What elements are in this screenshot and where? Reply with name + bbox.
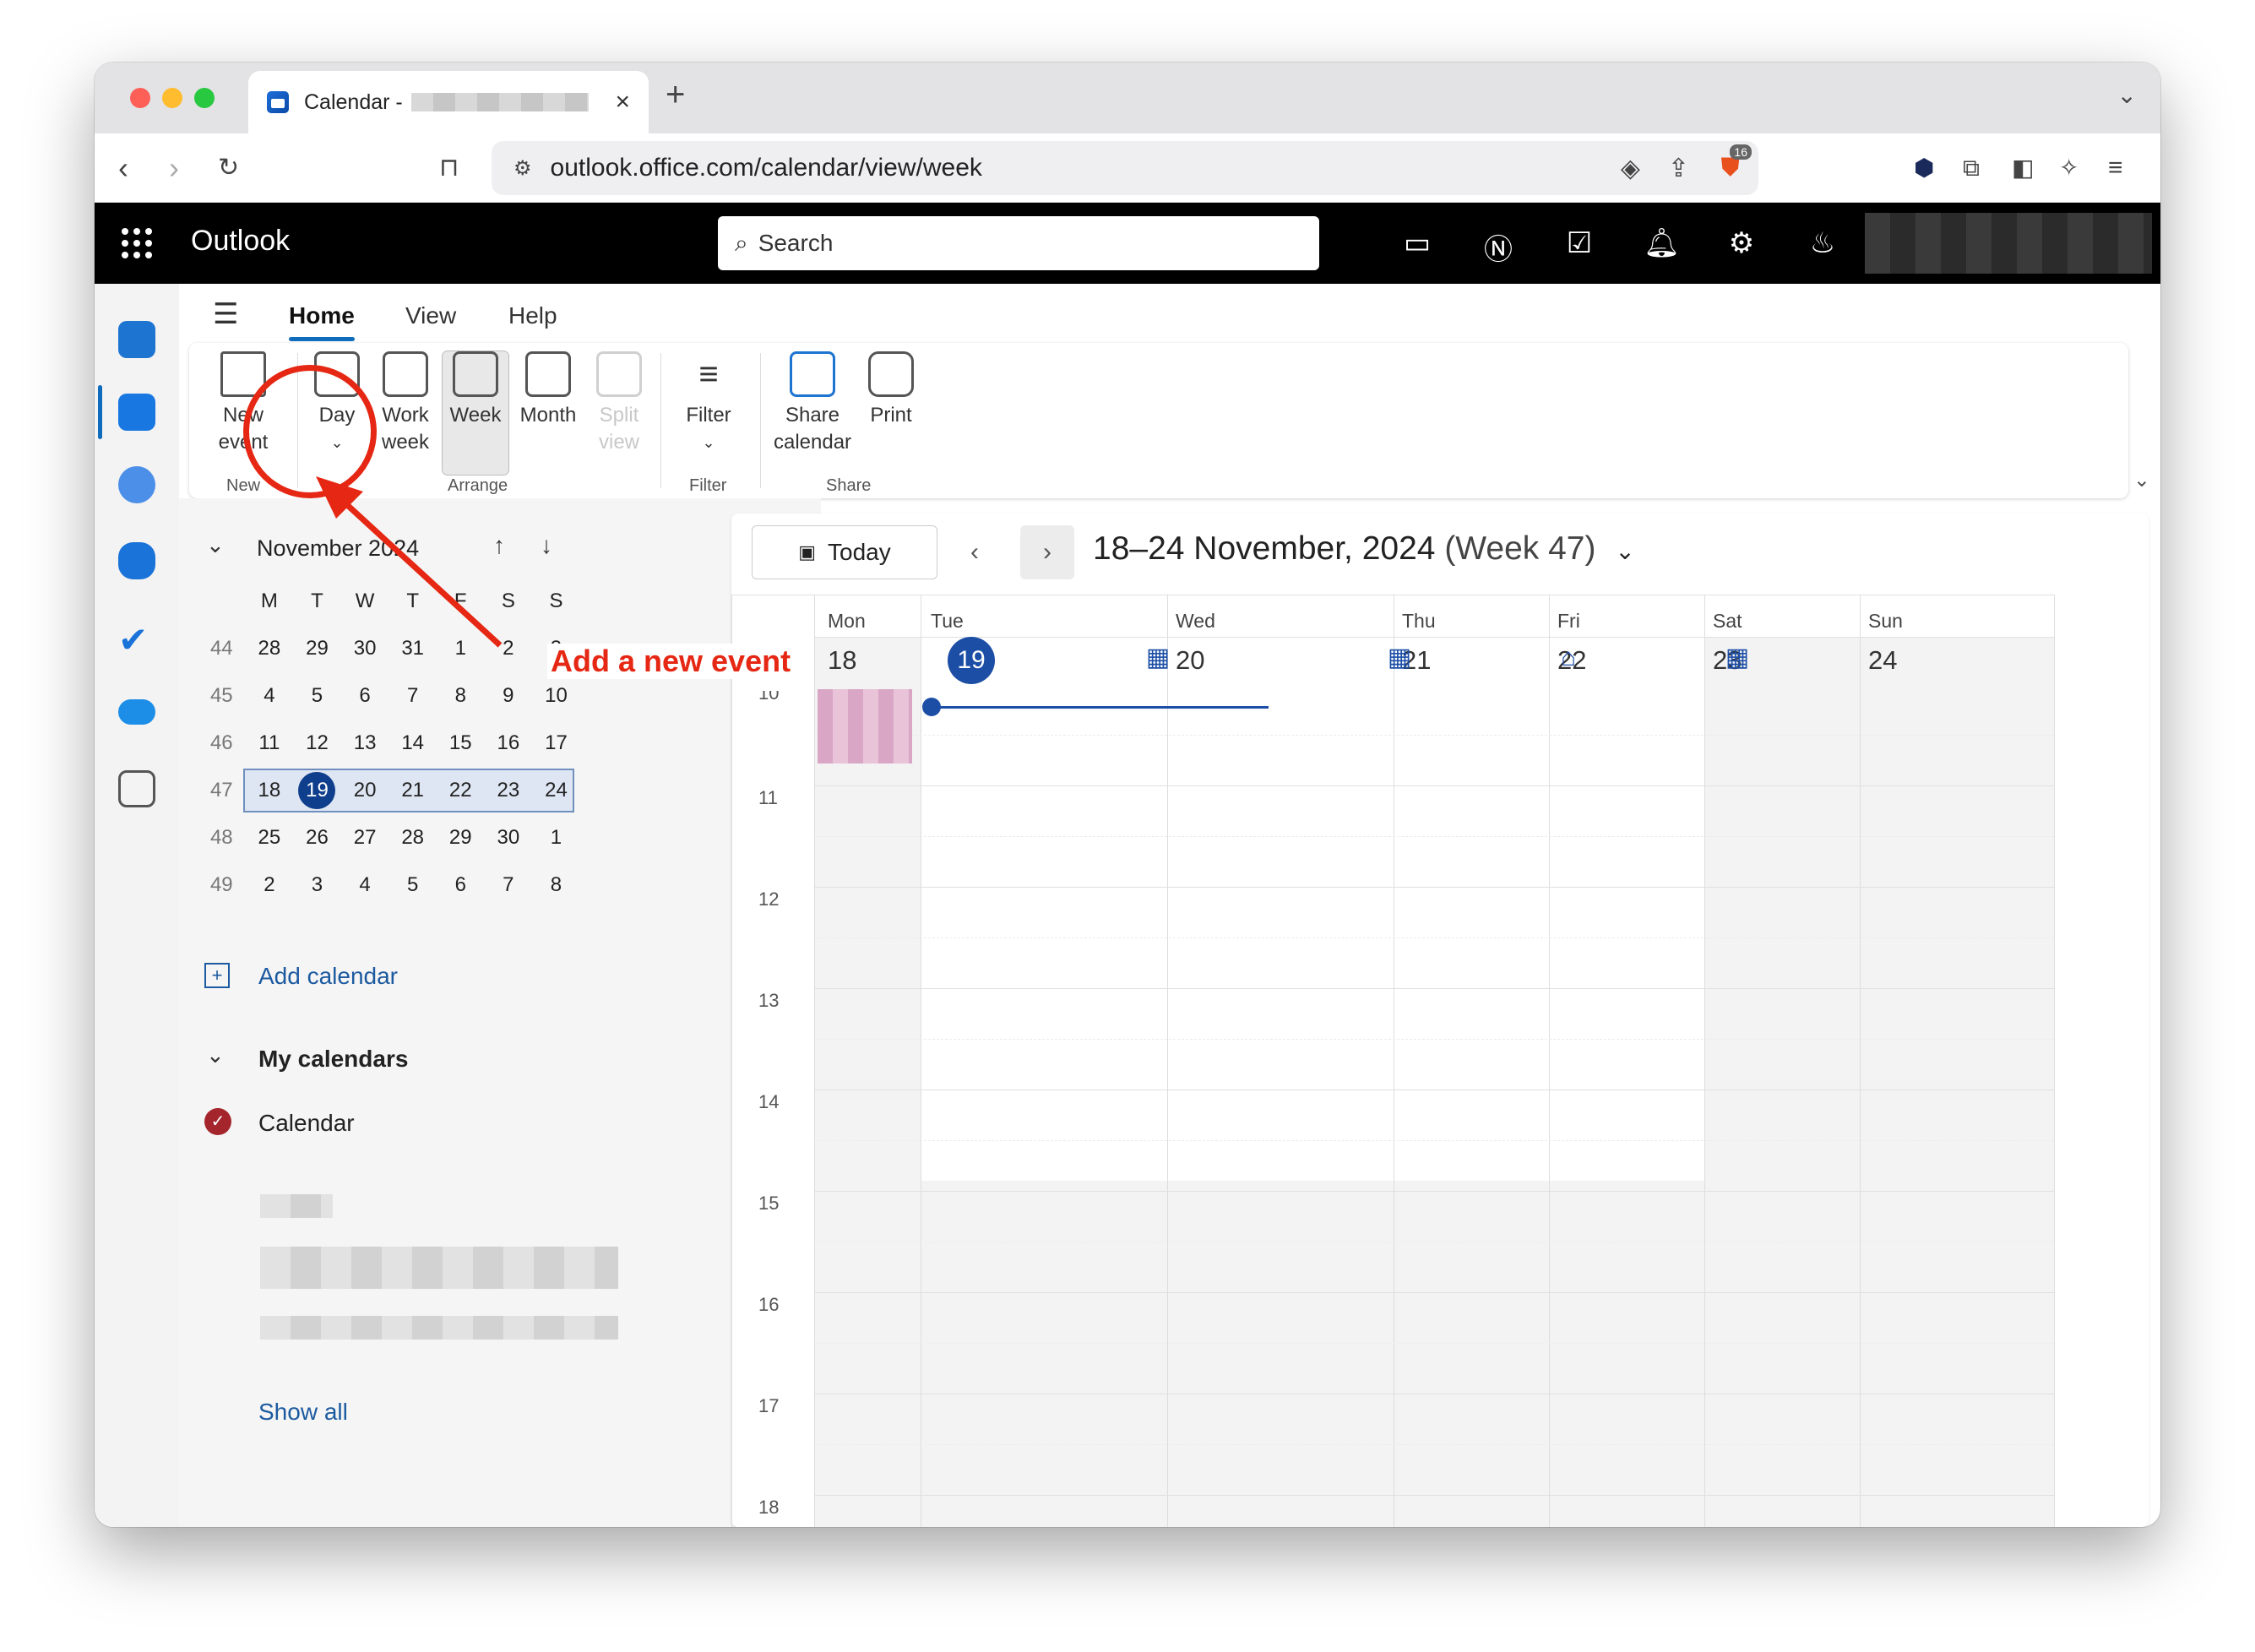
annotation-arrow xyxy=(316,476,503,648)
browser-window: Calendar - × + ⌄ ‹ › ↻ ⊓ ⚙ outlook.offic… xyxy=(95,62,2160,1527)
annotation-label: Add a new event xyxy=(547,644,795,679)
